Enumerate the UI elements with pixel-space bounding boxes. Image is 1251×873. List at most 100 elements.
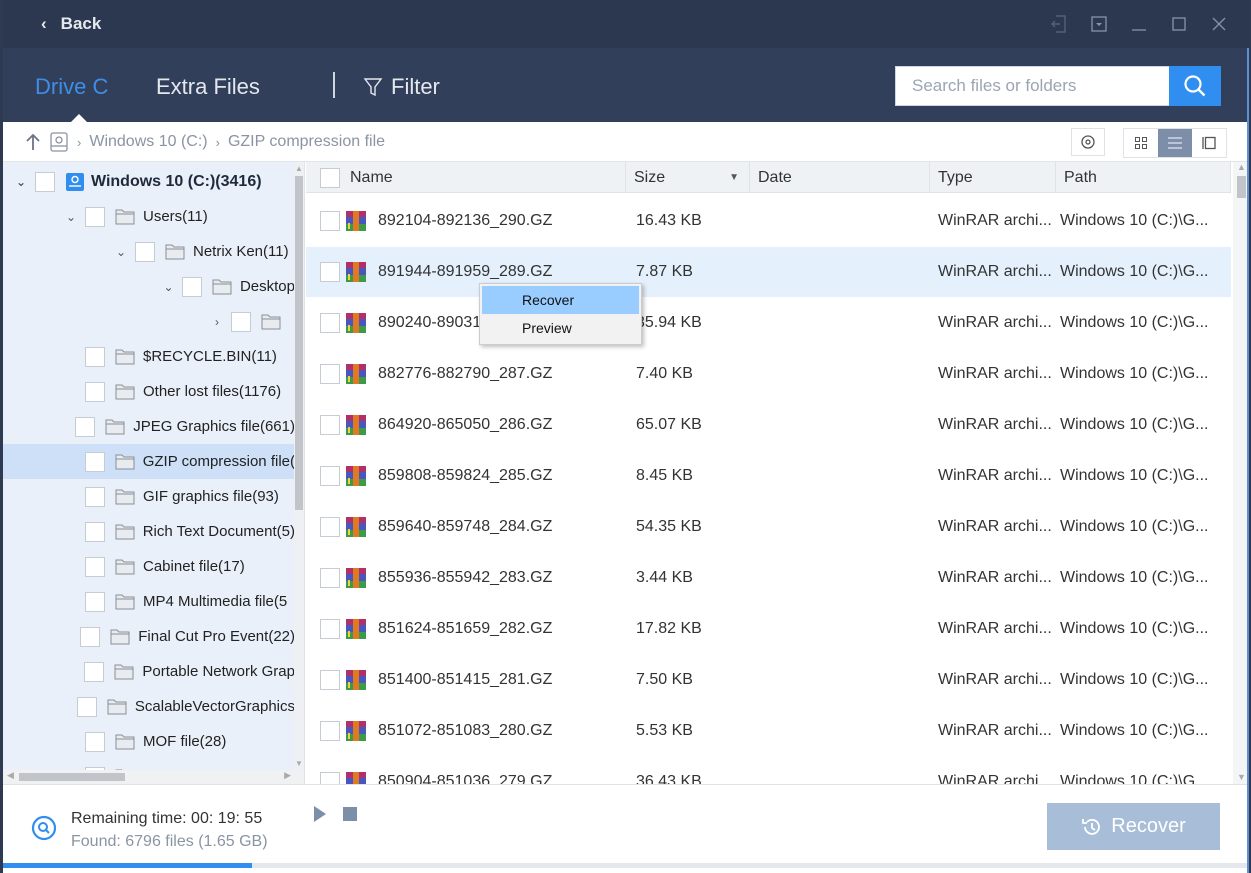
tree-checkbox[interactable] <box>80 626 101 647</box>
row-checkbox[interactable] <box>320 721 340 741</box>
table-row[interactable]: 890240-890315_288.GZ 35.94 KB WinRAR archi… <box>306 298 1231 348</box>
preview-toggle-button[interactable] <box>1071 128 1105 156</box>
tree-item[interactable]: Portable Network Grap <box>3 654 295 689</box>
tree-item[interactable]: GIF graphics file(93) <box>3 479 295 514</box>
menu-dropdown-button[interactable] <box>1079 10 1119 38</box>
play-icon[interactable] <box>313 805 327 823</box>
row-checkbox[interactable] <box>320 262 340 282</box>
tree-checkbox[interactable] <box>35 171 55 192</box>
chevron-right-icon[interactable]: › <box>209 315 225 329</box>
tree-item[interactable]: ScalableVectorGraphics <box>3 689 295 724</box>
row-checkbox[interactable] <box>320 517 340 537</box>
tree-checkbox[interactable] <box>84 661 105 682</box>
tree-checkbox[interactable] <box>85 486 105 507</box>
search-input[interactable] <box>895 66 1169 106</box>
row-checkbox[interactable] <box>320 772 340 784</box>
exit-button[interactable] <box>1039 10 1079 38</box>
recover-button[interactable]: Recover <box>1047 803 1220 850</box>
tree-item[interactable]: Final Cut Pro Event(22) <box>3 619 295 654</box>
column-header-size[interactable]: Size ▼ <box>626 162 750 193</box>
column-header-path[interactable]: Path <box>1056 162 1231 193</box>
list-view-button[interactable] <box>1158 129 1192 157</box>
row-checkbox[interactable] <box>320 466 340 486</box>
table-row[interactable]: 851624-851659_282.GZ 17.82 KB WinRAR archi… <box>306 604 1231 654</box>
tree-horizontal-scrollbar[interactable]: ◀ ▶ <box>3 770 304 784</box>
tree-item[interactable]: ⌄ Desktop <box>3 269 295 304</box>
breadcrumb-current[interactable]: GZIP compression file <box>228 133 385 151</box>
tree-item[interactable]: MP4 Multimedia file(5 <box>3 584 295 619</box>
tree-item[interactable]: $RECYCLE.BIN(11) <box>3 339 295 374</box>
minimize-button[interactable] <box>1119 10 1159 38</box>
table-row[interactable]: 859640-859748_284.GZ 54.35 KB WinRAR archi… <box>306 502 1231 552</box>
detail-pane-view-button[interactable] <box>1192 129 1226 157</box>
table-row[interactable]: 855936-855942_283.GZ 3.44 KB WinRAR archi.… <box>306 553 1231 603</box>
tree-item[interactable]: Cabinet file(17) <box>3 549 295 584</box>
maximize-button[interactable] <box>1159 10 1199 38</box>
row-checkbox[interactable] <box>320 211 340 231</box>
row-checkbox[interactable] <box>320 619 340 639</box>
row-checkbox[interactable] <box>320 670 340 690</box>
chevron-down-icon[interactable]: ⌄ <box>113 245 129 259</box>
filter-button[interactable]: Filter <box>363 74 440 100</box>
tree-item[interactable]: MOF file(28) <box>3 724 295 759</box>
back-button[interactable]: ‹ Back <box>41 12 101 36</box>
tree-checkbox[interactable] <box>181 276 202 297</box>
scroll-down-arrow-icon[interactable]: ▼ <box>295 759 303 768</box>
table-row[interactable]: 864920-865050_286.GZ 65.07 KB WinRAR archi… <box>306 400 1231 450</box>
table-row[interactable]: 859808-859824_285.GZ 8.45 KB WinRAR archi.… <box>306 451 1231 501</box>
tree-checkbox[interactable] <box>76 696 97 717</box>
tree-item[interactable]: GZIP compression file( <box>3 444 295 479</box>
chevron-down-icon[interactable]: ⌄ <box>161 280 176 294</box>
scroll-up-arrow-icon[interactable]: ▲ <box>1237 162 1246 172</box>
table-row[interactable]: 851400-851415_281.GZ 7.50 KB WinRAR archi.… <box>306 655 1231 705</box>
select-all-checkbox[interactable] <box>320 167 340 188</box>
scroll-up-arrow-icon[interactable]: ▲ <box>295 164 303 173</box>
scroll-left-arrow-icon[interactable]: ◀ <box>7 770 14 781</box>
column-header-type[interactable]: Type <box>930 162 1056 193</box>
tab-drive-c[interactable]: Drive C <box>35 74 108 100</box>
tree-checkbox[interactable] <box>85 206 105 227</box>
tree-item[interactable]: JPEG Graphics file(661) <box>3 409 295 444</box>
chevron-down-icon[interactable]: ⌄ <box>63 210 79 224</box>
tree-item[interactable]: ⌄ Users(11) <box>3 199 295 234</box>
tree-checkbox[interactable] <box>75 416 96 437</box>
tree-checkbox[interactable] <box>85 591 105 612</box>
up-arrow-icon[interactable] <box>25 133 41 151</box>
table-row[interactable]: 891944-891959_289.GZ 7.87 KB WinRAR archi.… <box>306 247 1231 297</box>
tree-checkbox[interactable] <box>85 731 105 752</box>
tree-checkbox[interactable] <box>85 346 105 367</box>
scroll-down-arrow-icon[interactable]: ▼ <box>1237 772 1246 782</box>
column-header-date[interactable]: Date <box>750 162 930 193</box>
row-checkbox[interactable] <box>320 415 340 435</box>
tree-vertical-scrollbar[interactable]: ▲ ▼ <box>294 162 304 770</box>
tree-item[interactable]: › <box>3 304 295 339</box>
scroll-thumb[interactable] <box>295 176 303 510</box>
table-row[interactable]: 850904-851036_279.GZ 36.43 KB WinRAR archi… <box>306 757 1231 784</box>
breadcrumb-drive[interactable]: Windows 10 (C:) <box>89 133 207 151</box>
tree-item[interactable]: Other lost files(1176) <box>3 374 295 409</box>
row-checkbox[interactable] <box>320 364 340 384</box>
tree-checkbox[interactable] <box>84 451 105 472</box>
tree-checkbox[interactable] <box>85 381 105 402</box>
table-row[interactable]: 851072-851083_280.GZ 5.53 KB WinRAR archi.… <box>306 706 1231 756</box>
tab-extra-files[interactable]: Extra Files <box>156 74 260 100</box>
close-button[interactable] <box>1199 10 1239 38</box>
row-checkbox[interactable] <box>320 568 340 588</box>
table-row[interactable]: 892104-892136_290.GZ 16.43 KB WinRAR archi… <box>306 196 1231 246</box>
grid-view-button[interactable] <box>1124 129 1158 157</box>
tree-checkbox[interactable] <box>84 521 105 542</box>
scroll-right-arrow-icon[interactable]: ▶ <box>284 770 291 781</box>
tree-checkbox[interactable] <box>135 241 155 262</box>
row-checkbox[interactable] <box>320 313 340 333</box>
scroll-thumb[interactable] <box>1237 176 1246 198</box>
chevron-down-icon[interactable]: ⌄ <box>13 175 29 189</box>
context-menu-preview[interactable]: Preview <box>482 314 639 342</box>
tree-root-drive[interactable]: ⌄ Windows 10 (C:)(3416) <box>3 164 295 199</box>
search-button[interactable] <box>1169 66 1221 106</box>
column-header-name[interactable]: Name <box>306 162 626 193</box>
tree-item[interactable]: ⌄ Netrix Ken(11) <box>3 234 295 269</box>
context-menu-recover[interactable]: Recover <box>482 286 639 314</box>
table-row[interactable]: 882776-882790_287.GZ 7.40 KB WinRAR archi.… <box>306 349 1231 399</box>
tree-checkbox[interactable] <box>231 311 251 332</box>
tree-item[interactable]: Rich Text Document(5) <box>3 514 295 549</box>
